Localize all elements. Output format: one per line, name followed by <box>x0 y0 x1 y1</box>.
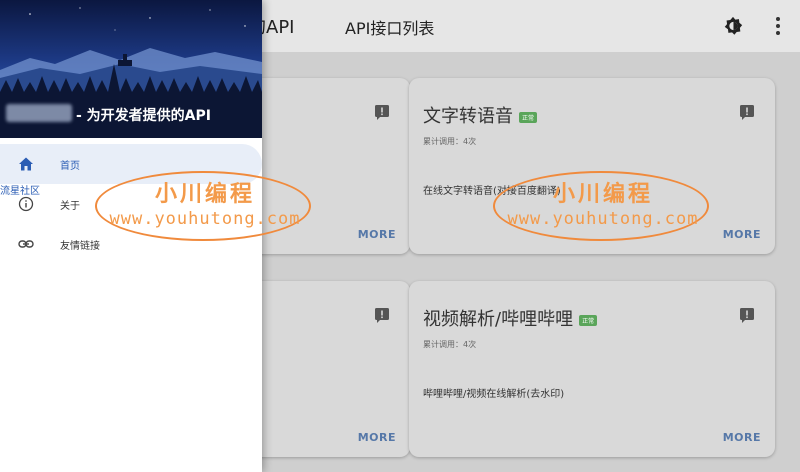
more-button[interactable]: MORE <box>723 431 761 444</box>
report-icon[interactable] <box>739 104 755 120</box>
more-button[interactable]: MORE <box>358 228 396 241</box>
report-icon[interactable] <box>374 104 390 120</box>
card-title: 视频解析/哔哩哔哩 正常 <box>423 305 598 331</box>
site-tagline: - 为开发者提供的API <box>76 108 211 124</box>
call-count: 累计调用：4次 <box>423 340 477 349</box>
more-button[interactable]: MORE <box>358 431 396 444</box>
more-button[interactable]: MORE <box>723 228 761 241</box>
watermark: 小川编程 www.youhutong.com <box>95 171 311 241</box>
watermark-title: 小川编程 <box>154 182 255 207</box>
nav-label: 关于 <box>60 201 80 212</box>
home-icon <box>19 157 33 171</box>
card-title: 文字转语音 正常 <box>423 102 538 128</box>
watermark-url: www.youhutong.com <box>507 209 699 229</box>
report-icon[interactable] <box>739 307 755 323</box>
drawer-header: - 为开发者提供的API <box>0 0 262 138</box>
nav-label: 友情链接 <box>60 241 100 252</box>
nav-label: 首页 <box>60 161 80 172</box>
status-badge: 正常 <box>519 111 538 123</box>
site-name-blurred <box>6 104 72 122</box>
watermark-title: 小川编程 <box>552 182 653 207</box>
api-card-video-parse[interactable]: 视频解析/哔哩哔哩 正常 累计调用：4次 哔哩哔哩/视频在线解析(去水印) MOR… <box>409 281 775 457</box>
link-icon <box>18 240 34 248</box>
report-icon[interactable] <box>374 307 390 323</box>
more-vert-icon[interactable] <box>770 14 786 38</box>
watermark: 小川编程 www.youhutong.com <box>493 171 709 241</box>
watermark-url: www.youhutong.com <box>109 209 301 229</box>
call-count: 累计调用：4次 <box>423 137 477 146</box>
community-tag: 流星社区 <box>0 186 40 197</box>
api-list-link[interactable]: API接口列表 <box>345 15 434 39</box>
theme-toggle-icon[interactable] <box>722 15 744 37</box>
card-description: 哔哩哔哩/视频在线解析(去水印) <box>423 389 565 400</box>
status-badge: 正常 <box>579 314 598 326</box>
info-icon <box>18 196 34 212</box>
